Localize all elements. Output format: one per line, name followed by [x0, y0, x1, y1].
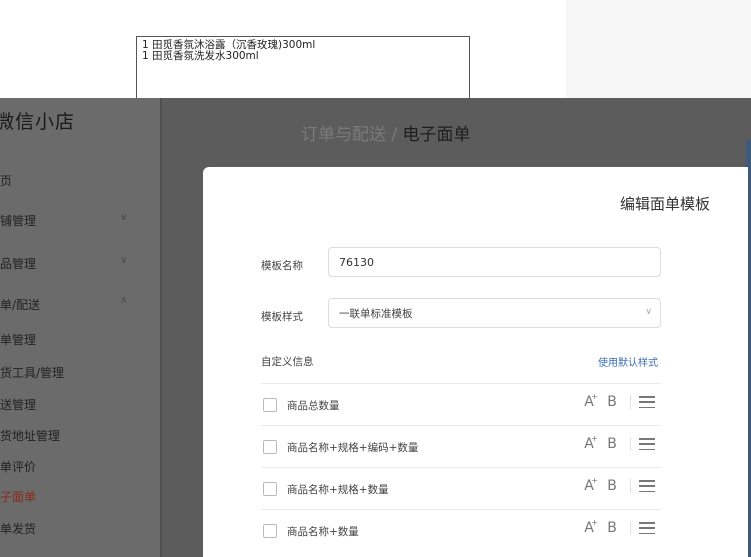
row-checkbox[interactable]: [263, 482, 277, 496]
font-size-icon[interactable]: A +: [578, 518, 600, 536]
bold-icon[interactable]: B: [600, 394, 624, 410]
template-style-label: 模板样式: [261, 311, 303, 323]
font-size-icon[interactable]: A +: [578, 392, 600, 410]
panel-title: 编辑面单模板: [619, 195, 710, 213]
row-label: 商品名称+数量: [287, 526, 359, 538]
sidebar-item-ship-orders[interactable]: 订单发货: [0, 520, 36, 537]
custom-info-label: 自定义信息: [261, 356, 314, 368]
row-checkbox[interactable]: [263, 524, 277, 538]
drag-handle-icon[interactable]: [639, 480, 655, 492]
breadcrumb-separator: /: [386, 125, 403, 145]
template-name-value: 76130: [339, 255, 374, 269]
sidebar-item-products[interactable]: 商品管理: [0, 255, 36, 272]
template-style-value: 一联单标准模板: [339, 307, 413, 320]
chevron-down-icon: ∨: [645, 307, 652, 317]
tool-divider: [630, 395, 631, 409]
list-item: 商品总数量 A + B: [261, 383, 661, 425]
template-style-select[interactable]: 一联单标准模板 ∨: [328, 298, 661, 328]
list-item: 商品名称+数量 A + B: [261, 509, 661, 551]
sidebar-item-e-waybill[interactable]: 电子面单: [0, 488, 36, 505]
brand-title: 微信小店: [0, 111, 76, 133]
row-label: 商品名称+规格+数量: [287, 484, 389, 496]
row-tools: A + B: [578, 518, 655, 536]
top-right-gray: [566, 0, 751, 98]
row-tools: A + B: [578, 434, 655, 452]
row-label: 商品名称+规格+编码+数量: [287, 442, 419, 454]
sidebar-item-reviews[interactable]: 订单评价: [0, 458, 36, 475]
sidebar-item-return-address[interactable]: 退货地址管理: [0, 427, 60, 444]
tool-divider: [630, 521, 631, 535]
list-item: 商品名称+规格+数量 A + B: [261, 467, 661, 509]
chevron-up-icon: ∧: [120, 295, 128, 306]
preview-line: 1 田觅香氛洗发水300ml: [142, 50, 259, 62]
drag-handle-icon[interactable]: [639, 438, 655, 450]
chevron-down-icon: ∨: [120, 212, 128, 223]
tool-divider: [630, 437, 631, 451]
sidebar-item-orders[interactable]: 订单/配送: [0, 296, 40, 313]
font-size-icon[interactable]: A +: [578, 434, 600, 452]
row-checkbox[interactable]: [263, 398, 277, 412]
row-checkbox[interactable]: [263, 440, 277, 454]
tool-divider: [630, 479, 631, 493]
edit-template-panel: 编辑面单模板 模板名称 76130 模板样式 一联单标准模板 ∨ 自定义信息 使…: [203, 167, 748, 557]
bold-icon[interactable]: B: [600, 520, 624, 536]
breadcrumb-parent[interactable]: 订单与配送: [301, 125, 386, 145]
row-tools: A + B: [578, 476, 655, 494]
use-default-style-link[interactable]: 使用默认样式: [598, 354, 658, 369]
row-tools: A + B: [578, 392, 655, 410]
sidebar-item-delivery[interactable]: 配送管理: [0, 396, 36, 413]
template-name-label: 模板名称: [261, 260, 303, 272]
sidebar-item-order-management[interactable]: 订单管理: [0, 331, 36, 348]
list-item: 商品名称+规格+编码+数量 A + B: [261, 425, 661, 467]
chevron-down-icon: ∨: [120, 255, 128, 266]
sidebar-item-store[interactable]: 店铺管理: [0, 212, 36, 229]
sidebar-item-home[interactable]: 首页: [0, 172, 12, 189]
sidebar-item-shipping-tools[interactable]: 发货工具/管理: [0, 364, 64, 381]
row-label: 商品总数量: [287, 400, 340, 412]
template-name-input[interactable]: 76130: [328, 247, 661, 277]
breadcrumb: 订单与配送 / 电子面单: [301, 120, 471, 145]
breadcrumb-current: 电子面单: [402, 125, 471, 145]
drag-handle-icon[interactable]: [639, 522, 655, 534]
drag-handle-icon[interactable]: [639, 396, 655, 408]
font-size-icon[interactable]: A +: [578, 476, 600, 494]
bold-icon[interactable]: B: [600, 478, 624, 494]
bold-icon[interactable]: B: [600, 436, 624, 452]
